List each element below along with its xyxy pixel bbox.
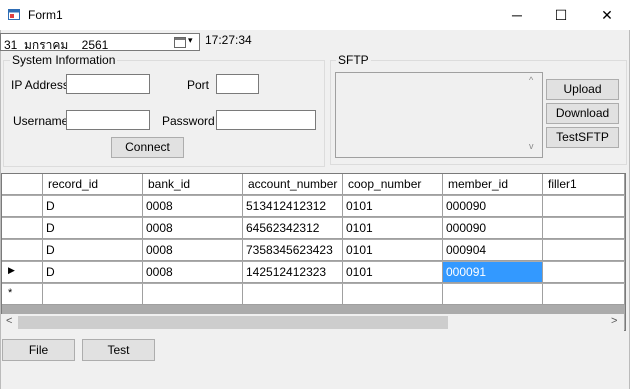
app-icon <box>8 9 20 20</box>
table-cell[interactable]: 0101 <box>343 240 443 261</box>
table-cell[interactable] <box>443 284 543 305</box>
row-header[interactable] <box>2 240 43 261</box>
minimize-button[interactable]: ─ <box>494 0 540 30</box>
table-cell[interactable]: 0008 <box>143 240 243 261</box>
column-header[interactable]: record_id <box>43 174 143 195</box>
row-header[interactable]: ▶ <box>2 262 43 283</box>
scrollbar-thumb[interactable] <box>18 316 448 329</box>
ip-address-input[interactable] <box>66 74 150 94</box>
scroll-down-icon[interactable]: v <box>529 141 534 151</box>
sftp-log-scrollbar[interactable]: ^ v <box>525 73 542 157</box>
test-button[interactable]: Test <box>82 339 155 361</box>
table-cell[interactable]: 000904 <box>443 240 543 261</box>
table-cell[interactable] <box>543 262 625 283</box>
row-header-corner[interactable] <box>2 174 43 195</box>
username-label: Username <box>13 114 69 128</box>
port-label: Port <box>187 78 210 92</box>
clock-label: 17:27:34 <box>205 33 252 47</box>
calendar-icon[interactable] <box>174 37 186 48</box>
table-row[interactable]: D 0008 513412412312 0101 000090 <box>2 196 625 218</box>
table-cell[interactable] <box>143 284 243 305</box>
table-row[interactable]: ▶ D 0008 142512412323 0101 000091 <box>2 262 625 284</box>
horizontal-scrollbar[interactable]: < > <box>1 314 624 331</box>
new-row[interactable]: * <box>2 284 625 306</box>
download-button[interactable]: Download <box>546 103 619 124</box>
ip-address-label: IP Address <box>11 78 69 92</box>
table-cell[interactable]: 142512412323 <box>243 262 343 283</box>
sftp-legend: SFTP <box>336 53 371 67</box>
system-info-legend: System Information <box>10 53 118 67</box>
column-header[interactable]: coop_number <box>343 174 443 195</box>
password-label: Password <box>162 114 215 128</box>
table-cell[interactable]: D <box>43 240 143 261</box>
upload-button[interactable]: Upload <box>546 79 619 100</box>
table-cell[interactable] <box>243 284 343 305</box>
table-cell[interactable]: 64562342312 <box>243 218 343 239</box>
column-header[interactable]: bank_id <box>143 174 243 195</box>
table-cell[interactable]: 000091 <box>443 262 543 283</box>
table-cell[interactable]: 0101 <box>343 262 443 283</box>
date-picker[interactable]: 31 มกราคม 2561 ▾ <box>0 33 200 52</box>
table-cell[interactable]: 0101 <box>343 218 443 239</box>
chevron-down-icon[interactable]: ▾ <box>188 35 193 46</box>
table-cell[interactable]: 0008 <box>143 196 243 217</box>
table-row[interactable]: D 0008 7358345623423 0101 000904 <box>2 240 625 262</box>
row-header[interactable] <box>2 218 43 239</box>
table-cell[interactable]: 0101 <box>343 196 443 217</box>
password-input[interactable] <box>216 110 316 130</box>
scroll-right-icon[interactable]: > <box>611 315 617 327</box>
port-input[interactable] <box>216 74 259 94</box>
table-cell[interactable] <box>543 218 625 239</box>
table-cell[interactable]: 000090 <box>443 218 543 239</box>
scroll-left-icon[interactable]: < <box>6 315 12 327</box>
close-button[interactable]: ✕ <box>584 0 630 30</box>
sftp-log-textarea[interactable]: ^ v <box>335 72 543 158</box>
table-cell[interactable]: 7358345623423 <box>243 240 343 261</box>
table-cell[interactable]: 513412412312 <box>243 196 343 217</box>
row-header[interactable] <box>2 196 43 217</box>
data-grid[interactable]: record_id bank_id account_number coop_nu… <box>1 173 626 331</box>
table-cell[interactable]: D <box>43 196 143 217</box>
table-row[interactable]: D 0008 64562342312 0101 000090 <box>2 218 625 240</box>
window-title: Form1 <box>28 8 63 22</box>
table-cell[interactable]: D <box>43 218 143 239</box>
grid-header-row: record_id bank_id account_number coop_nu… <box>2 174 625 196</box>
column-header[interactable]: filler1 <box>543 174 625 195</box>
row-header[interactable]: * <box>2 284 43 305</box>
table-cell[interactable]: 000090 <box>443 196 543 217</box>
table-cell[interactable] <box>543 196 625 217</box>
table-cell[interactable]: 0008 <box>143 218 243 239</box>
table-cell[interactable]: D <box>43 262 143 283</box>
column-header[interactable]: account_number <box>243 174 343 195</box>
username-input[interactable] <box>66 110 150 130</box>
table-cell[interactable]: 0008 <box>143 262 243 283</box>
maximize-button[interactable]: ☐ <box>538 0 584 30</box>
table-cell[interactable] <box>543 284 625 305</box>
connect-button[interactable]: Connect <box>111 137 184 158</box>
title-bar: Form1 ─ ☐ ✕ <box>0 0 630 30</box>
test-sftp-button[interactable]: TestSFTP <box>546 127 619 148</box>
scroll-up-icon[interactable]: ^ <box>529 75 533 85</box>
column-header[interactable]: member_id <box>443 174 543 195</box>
file-button[interactable]: File <box>2 339 75 361</box>
table-cell[interactable] <box>343 284 443 305</box>
table-cell[interactable] <box>43 284 143 305</box>
table-cell[interactable] <box>543 240 625 261</box>
system-info-group: System Information IP Address Port Usern… <box>3 53 325 167</box>
